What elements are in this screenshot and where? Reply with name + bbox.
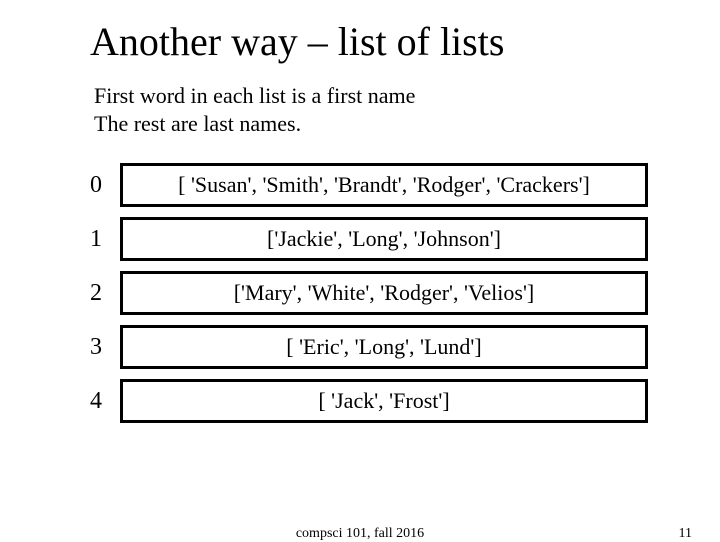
row-index: 2 — [72, 280, 120, 307]
row-content: [ 'Eric', 'Long', 'Lund'] — [120, 325, 648, 369]
list-table: 0 [ 'Susan', 'Smith', 'Brandt', 'Rodger'… — [72, 158, 648, 428]
row-content: ['Jackie', 'Long', 'Johnson'] — [120, 217, 648, 261]
row-content: [ 'Jack', 'Frost'] — [120, 379, 648, 423]
row-content: ['Mary', 'White', 'Rodger', 'Velios'] — [120, 271, 648, 315]
subtitle-line-2: The rest are last names. — [94, 110, 415, 138]
table-row: 1 ['Jackie', 'Long', 'Johnson'] — [72, 212, 648, 266]
table-row: 2 ['Mary', 'White', 'Rodger', 'Velios'] — [72, 266, 648, 320]
slide: Another way – list of lists First word i… — [0, 0, 720, 540]
row-index: 1 — [72, 226, 120, 253]
row-content: [ 'Susan', 'Smith', 'Brandt', 'Rodger', … — [120, 163, 648, 207]
row-index: 4 — [72, 388, 120, 415]
table-row: 0 [ 'Susan', 'Smith', 'Brandt', 'Rodger'… — [72, 158, 648, 212]
slide-title: Another way – list of lists — [90, 18, 504, 65]
table-row: 4 [ 'Jack', 'Frost'] — [72, 374, 648, 428]
row-index: 3 — [72, 334, 120, 361]
slide-subtitle: First word in each list is a first name … — [94, 82, 415, 137]
subtitle-line-1: First word in each list is a first name — [94, 82, 415, 110]
row-index: 0 — [72, 172, 120, 199]
table-row: 3 [ 'Eric', 'Long', 'Lund'] — [72, 320, 648, 374]
